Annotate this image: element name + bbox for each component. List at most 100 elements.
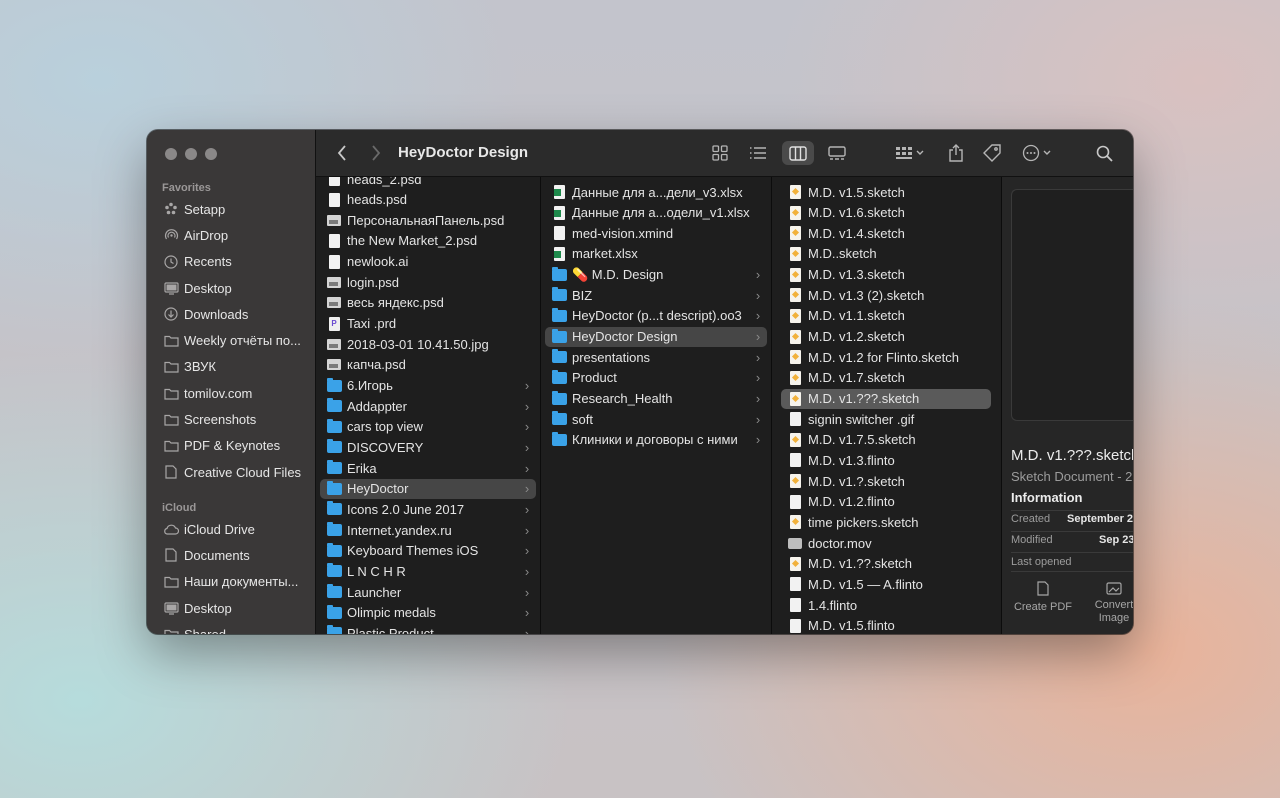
sidebar-item[interactable]: Наши документы...	[147, 569, 315, 595]
sidebar-item[interactable]: Shared	[147, 621, 315, 634]
file-item[interactable]: M.D. v1.2.flinto	[781, 492, 991, 512]
sidebar-item[interactable]: AirDrop	[147, 222, 315, 248]
folder-item[interactable]: soft ›	[545, 409, 767, 429]
file-item[interactable]: M.D. v1.3.sketch	[781, 265, 991, 285]
share-button[interactable]	[944, 141, 968, 165]
group-button[interactable]	[892, 141, 928, 165]
file-icon-shape	[789, 267, 801, 282]
file-item[interactable]: M.D..sketch	[781, 244, 991, 264]
file-item[interactable]: login.psd	[320, 272, 536, 292]
folder-item[interactable]: Plastic Product ›	[320, 623, 536, 634]
file-item[interactable]: ПерсональнаяПанель.psd	[320, 210, 536, 230]
column-1[interactable]: heads_2.psd heads.psd ПерсональнаяПанель.p…	[316, 177, 541, 634]
sidebar-item[interactable]: Desktop	[147, 595, 315, 621]
folder-item[interactable]: Internet.yandex.ru ›	[320, 520, 536, 540]
folder-item[interactable]: DISCOVERY ›	[320, 437, 536, 457]
item-name: L N C H R	[347, 563, 406, 579]
file-item[interactable]: M.D. v1.4.sketch	[781, 223, 991, 243]
file-item[interactable]: heads_2.psd	[320, 177, 536, 189]
file-item[interactable]: signin switcher .gif	[781, 409, 991, 429]
file-item[interactable]: med-vision.xmind	[545, 223, 767, 243]
folder-item[interactable]: 💊 M.D. Design ›	[545, 265, 767, 285]
ellipsis-circle-icon	[1022, 144, 1051, 162]
close-button[interactable]	[165, 148, 177, 160]
file-item[interactable]: the New Market_2.psd	[320, 231, 536, 251]
search-button[interactable]	[1092, 141, 1116, 165]
file-item[interactable]: doctor.mov	[781, 533, 991, 553]
folder-item[interactable]: BIZ ›	[545, 285, 767, 305]
folder-item[interactable]: Addappter ›	[320, 396, 536, 416]
list-view-button[interactable]	[746, 141, 770, 165]
forward-button[interactable]	[366, 141, 386, 165]
file-item[interactable]: M.D. v1.3 (2).sketch	[781, 285, 991, 305]
folder-item[interactable]: 6.Игорь ›	[320, 376, 536, 396]
folder-item[interactable]: Клиники и договоры с ними ›	[545, 430, 767, 450]
convert-image-button[interactable]: Convert Image	[1086, 581, 1133, 625]
file-item[interactable]: M.D. v1.7.5.sketch	[781, 430, 991, 450]
file-item[interactable]: капча.psd	[320, 355, 536, 375]
sidebar-item[interactable]: PDF & Keynotes	[147, 433, 315, 459]
file-item[interactable]: heads.psd	[320, 190, 536, 210]
minimize-button[interactable]	[185, 148, 197, 160]
file-item[interactable]: M.D. v1.7.sketch	[781, 368, 991, 388]
file-item[interactable]: M.D. v1.2 for Flinto.sketch	[781, 347, 991, 367]
file-item[interactable]: time pickers.sketch	[781, 512, 991, 532]
folder-item[interactable]: Olimpic medals ›	[320, 603, 536, 623]
item-name: M.D. v1.5 — A.flinto	[808, 576, 923, 592]
column-view-button[interactable]	[782, 141, 814, 165]
file-item[interactable]: P Taxi .prd	[320, 314, 536, 334]
folder-item[interactable]: HeyDoctor (p...t descript).oo3 ›	[545, 306, 767, 326]
gallery-view-button[interactable]	[824, 141, 850, 165]
sidebar-item[interactable]: Weekly отчёты по...	[147, 327, 315, 353]
file-item[interactable]: M.D. v1.3.flinto	[781, 450, 991, 470]
folder-item[interactable]: cars top view ›	[320, 417, 536, 437]
file-item[interactable]: весь яндекс.psd	[320, 293, 536, 313]
file-item[interactable]: M.D. v1.5.sketch	[781, 182, 991, 202]
folder-item[interactable]: Keyboard Themes iOS ›	[320, 541, 536, 561]
file-item[interactable]: M.D. v1.?.sketch	[781, 471, 991, 491]
file-item[interactable]: M.D. v1.??.sketch	[781, 554, 991, 574]
sidebar-item[interactable]: Recents	[147, 249, 315, 275]
icon-view-button[interactable]	[708, 141, 732, 165]
sidebar-item[interactable]: Creative Cloud Files	[147, 459, 315, 485]
file-item[interactable]: Данные для а...одели_v1.xlsx	[545, 203, 767, 223]
folder-item[interactable]: HeyDoctor ›	[320, 478, 536, 499]
file-item[interactable]: M.D. v1.6.sketch	[781, 203, 991, 223]
file-item[interactable]: M.D. v1.1.sketch	[781, 306, 991, 326]
tag-button[interactable]	[980, 141, 1004, 165]
sidebar-item[interactable]: tomilov.com	[147, 380, 315, 406]
zoom-button[interactable]	[205, 148, 217, 160]
file-item[interactable]: Данные для а...дели_v3.xlsx	[545, 182, 767, 202]
sidebar-item[interactable]: Documents	[147, 542, 315, 568]
file-item[interactable]: newlook.ai	[320, 252, 536, 272]
sidebar-item[interactable]: iCloud Drive	[147, 516, 315, 542]
sidebar-item[interactable]: ЗВУК	[147, 354, 315, 380]
sidebar-item[interactable]: Downloads	[147, 301, 315, 327]
file-item[interactable]: M.D. v1.???.sketch	[781, 388, 991, 409]
folder-item[interactable]: Erika ›	[320, 458, 536, 478]
more-actions-button[interactable]	[1018, 141, 1058, 165]
column-2[interactable]: Данные для а...дели_v3.xlsx Данные для а.…	[541, 177, 772, 634]
folder-item[interactable]: presentations ›	[545, 347, 767, 367]
folder-item[interactable]: HeyDoctor Design ›	[545, 326, 767, 347]
column-3[interactable]: M.D. v1.5.sketch M.D. v1.6.sketch M.D. v1.…	[772, 177, 1002, 634]
sidebar-item-label: Recents	[184, 254, 232, 270]
sidebar-item[interactable]: Screenshots	[147, 406, 315, 432]
chevron-right-icon: ›	[524, 584, 530, 600]
file-item[interactable]: 2018-03-01 10.41.50.jpg	[320, 334, 536, 354]
file-item[interactable]: M.D. v1.2.sketch	[781, 327, 991, 347]
sidebar-item[interactable]: Desktop	[147, 275, 315, 301]
folder-item[interactable]: Product ›	[545, 368, 767, 388]
folder-item[interactable]: L N C H R ›	[320, 561, 536, 581]
sidebar-item[interactable]: Setapp	[147, 196, 315, 222]
file-item[interactable]: 1.4.flinto	[781, 595, 991, 615]
back-button[interactable]	[332, 141, 352, 165]
file-item[interactable]: market.xlsx	[545, 244, 767, 264]
folder-item[interactable]: Launcher ›	[320, 582, 536, 602]
create-pdf-button[interactable]: Create PDF	[1008, 581, 1078, 613]
folder-item[interactable]: Research_Health ›	[545, 389, 767, 409]
file-item[interactable]: M.D. v1.5 — A.flinto	[781, 574, 991, 594]
folder-item[interactable]: Icons 2.0 June 2017 ›	[320, 499, 536, 519]
item-name: soft	[572, 411, 593, 427]
file-item[interactable]: M.D. v1.5.flinto	[781, 616, 991, 634]
